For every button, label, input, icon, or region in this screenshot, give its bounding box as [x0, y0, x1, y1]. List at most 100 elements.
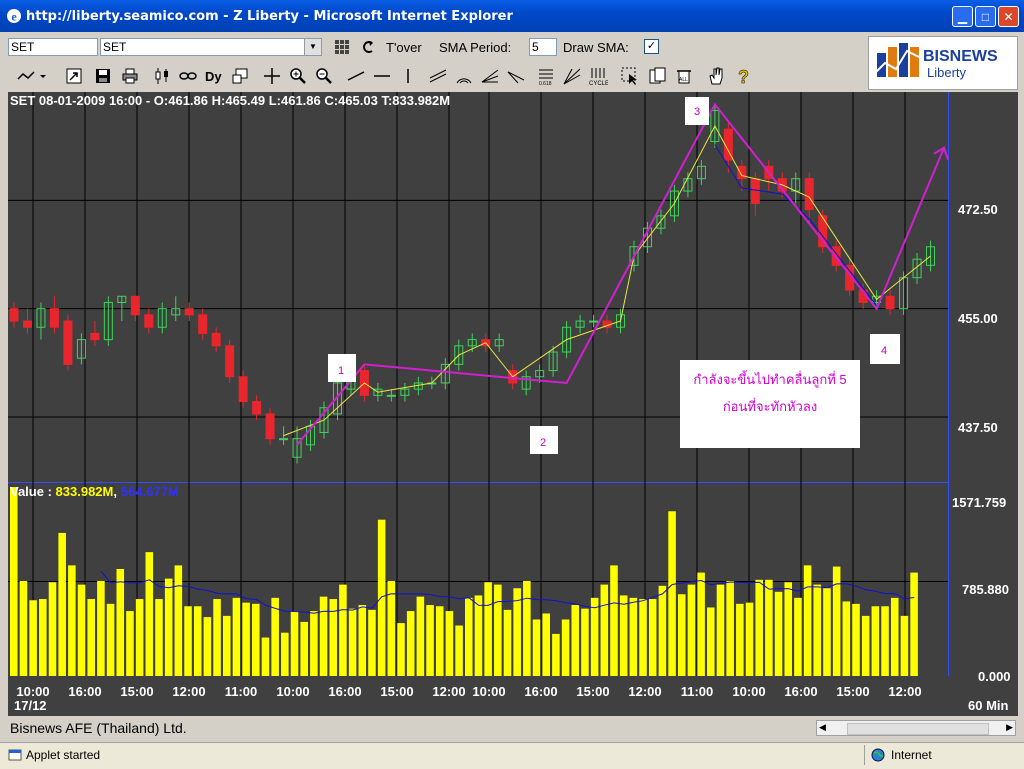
maximize-button[interactable]: □	[975, 6, 996, 27]
maximize-icon: □	[981, 10, 990, 24]
chevron-down-icon[interactable]: ▼	[304, 39, 321, 55]
sma-period-input[interactable]: 5	[529, 38, 557, 56]
volume-bar	[610, 565, 618, 676]
grid-icon[interactable]	[334, 39, 350, 55]
volume-bar	[629, 597, 638, 676]
copy-icon[interactable]	[648, 66, 668, 86]
bisnews-logo-graphic: BISNEWS Liberty	[874, 43, 998, 80]
wave-label-1: 1	[338, 365, 344, 377]
delete-all-icon[interactable]: ALL	[674, 66, 694, 86]
volume-bar	[348, 608, 357, 676]
security-zone: Internet	[864, 745, 1021, 765]
chart-area[interactable]: 1 2 3 4 กำลังจะขึ้นไปทำคลื่นลูกที่ 5 ก่อ…	[8, 92, 1018, 716]
title-bar: e http://liberty.seamico.com - Z Liberty…	[0, 0, 1024, 32]
candle-body	[198, 314, 208, 334]
scroll-right-icon[interactable]: ▶	[1006, 722, 1013, 733]
volume-bar	[435, 606, 444, 676]
volume-bar	[465, 597, 473, 676]
tover-label: T'over	[386, 40, 422, 55]
volume-bar	[19, 581, 28, 676]
volume-tick-label: 785.880	[962, 582, 1009, 597]
scrollbar-thumb[interactable]	[847, 723, 989, 735]
export-icon[interactable]	[64, 66, 84, 86]
draw-sma-checkbox[interactable]: ✓	[644, 39, 659, 54]
symbol-input[interactable]: SET	[8, 38, 98, 56]
chevron-down-icon[interactable]	[38, 66, 48, 86]
vertical-line-icon[interactable]	[398, 66, 418, 86]
volume-bar	[697, 572, 705, 676]
volume-bar	[252, 603, 260, 676]
volume-bar	[10, 487, 18, 676]
crosshair-icon[interactable]	[262, 66, 282, 86]
time-tick-label: 12:00	[432, 684, 465, 699]
trendline-icon[interactable]	[346, 66, 366, 86]
volume-bar	[193, 606, 202, 676]
speed-line-icon[interactable]	[506, 66, 526, 86]
cycle-icon[interactable]: CYCLE	[588, 66, 608, 86]
candle-body	[211, 332, 221, 347]
window-icon[interactable]	[230, 66, 250, 86]
fibonacci-arc-icon[interactable]	[454, 66, 474, 86]
candle-body	[589, 320, 599, 323]
refresh-icon[interactable]	[360, 39, 376, 55]
volume-header-sep: ,	[113, 484, 117, 499]
volume-bar	[77, 584, 86, 676]
logo-brand-text: BISNEWS	[923, 48, 998, 65]
candlestick-icon[interactable]	[152, 66, 172, 86]
candle-body	[184, 308, 194, 316]
time-tick-label: 15:00	[576, 684, 609, 699]
volume-bar	[145, 552, 154, 676]
volume-bar	[707, 607, 715, 676]
volume-bar	[290, 611, 299, 676]
volume-bar	[581, 608, 589, 676]
hand-icon[interactable]	[706, 66, 726, 86]
zone-label: Internet	[891, 748, 932, 762]
chart-footer: Bisnews AFE (Thailand) Ltd. ◀ ▶	[8, 718, 1018, 738]
help-icon[interactable]: ?	[734, 66, 754, 86]
scroll-left-icon[interactable]: ◀	[819, 722, 826, 733]
volume-bar	[319, 596, 328, 676]
volume-bar	[358, 605, 367, 676]
volume-bar	[426, 605, 434, 676]
select-icon[interactable]	[620, 66, 640, 86]
volume-bar	[552, 633, 560, 676]
price-tick-label: 472.50	[958, 202, 998, 217]
chain-icon[interactable]	[178, 66, 198, 86]
volume-bar	[755, 579, 763, 676]
volume-bar	[600, 584, 609, 676]
volume-tick-label: 1571.759	[952, 495, 1006, 510]
volume-bar	[406, 611, 415, 676]
fibonacci-retracement-icon[interactable]: 0.618	[536, 66, 556, 86]
horizontal-scrollbar[interactable]: ◀ ▶	[816, 720, 1016, 736]
volume-bar	[213, 599, 221, 676]
volume-bar	[881, 606, 889, 676]
volume-bar	[48, 582, 57, 676]
volume-bar	[164, 578, 173, 676]
save-icon[interactable]	[93, 66, 113, 86]
minimize-button[interactable]: ▁	[952, 6, 973, 27]
dy-icon[interactable]: Dy	[204, 66, 224, 86]
line-chart-icon[interactable]	[16, 66, 36, 86]
zoom-out-icon[interactable]	[314, 66, 334, 86]
candle-body	[90, 332, 100, 341]
time-tick-label: 12:00	[172, 684, 205, 699]
price-volume-chart[interactable]: 1 2 3 4 กำลังจะขึ้นไปทำคลื่นลูกที่ 5 ก่อ…	[8, 92, 1018, 716]
symbol-toolbar: SET SET ▼ T'over SMA Period: 5 Draw SMA:…	[8, 36, 866, 60]
interval-label: 60 Min	[968, 698, 1009, 713]
close-button[interactable]: ✕	[998, 6, 1019, 27]
volume-header: Value : 833.982M, 564.677M	[10, 484, 179, 499]
zoom-in-icon[interactable]	[288, 66, 308, 86]
volume-bar	[716, 584, 725, 676]
horizontal-line-icon[interactable]	[372, 66, 392, 86]
print-icon[interactable]	[120, 66, 140, 86]
volume-bar	[658, 585, 667, 676]
gann-icon[interactable]	[562, 66, 582, 86]
channel-icon[interactable]	[428, 66, 448, 86]
volume-bar	[416, 596, 425, 676]
fan-icon[interactable]	[480, 66, 500, 86]
symbol-select[interactable]: SET ▼	[100, 38, 322, 56]
svg-text:0.618: 0.618	[539, 81, 552, 86]
volume-bar	[300, 621, 308, 676]
candle-body	[130, 295, 140, 316]
candle-body	[225, 345, 235, 378]
